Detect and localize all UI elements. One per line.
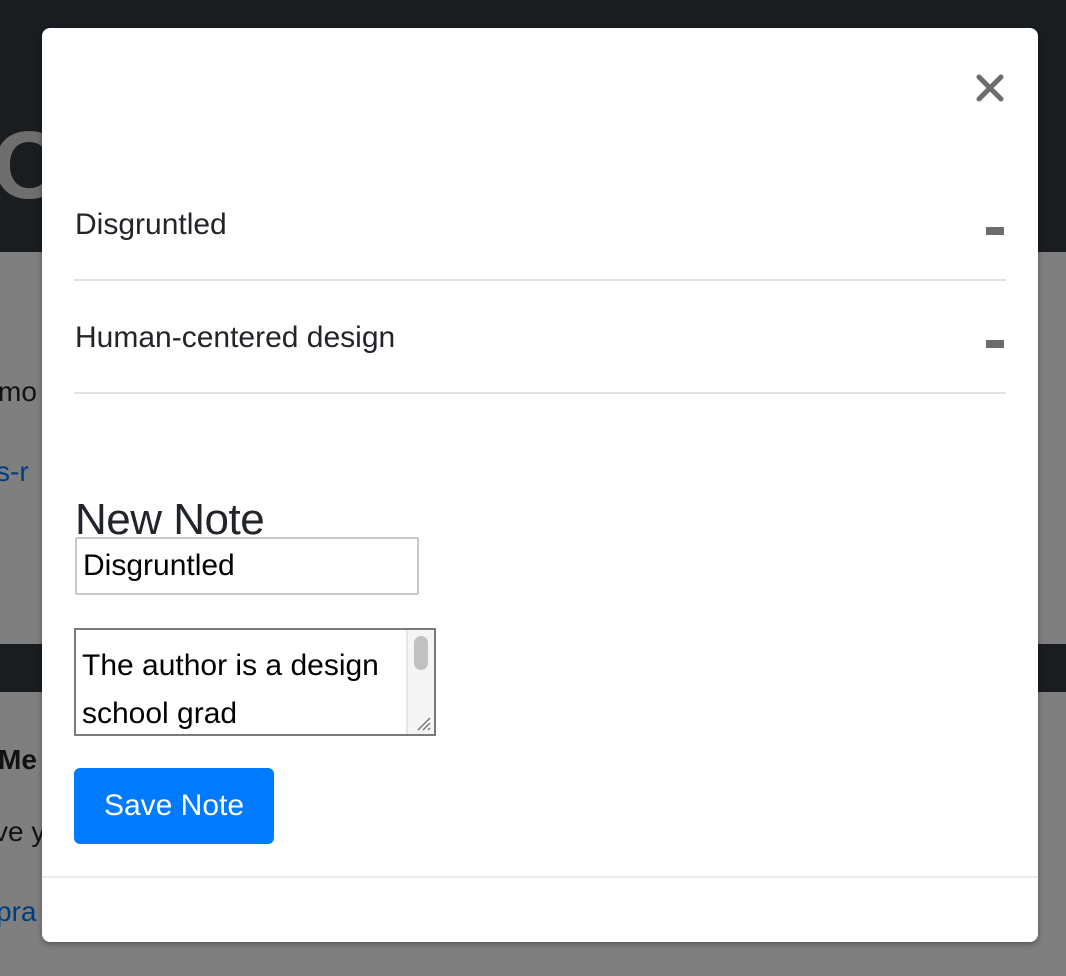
save-note-button[interactable]: Save Note xyxy=(74,768,274,844)
note-title-input[interactable] xyxy=(75,537,419,595)
note-body-text: The author is a design school grad xyxy=(82,649,379,730)
note-title: Disgruntled xyxy=(75,208,227,241)
scrollbar-thumb[interactable] xyxy=(414,636,428,670)
remove-note-button[interactable] xyxy=(986,335,1004,348)
note-list: Disgruntled Human-centered design xyxy=(74,168,1006,394)
new-note-heading: New Note xyxy=(75,495,265,544)
close-button[interactable] xyxy=(974,72,1006,104)
list-item[interactable]: Disgruntled xyxy=(74,168,1006,281)
remove-note-button[interactable] xyxy=(986,222,1004,235)
resize-handle-icon[interactable] xyxy=(412,712,432,732)
minus-icon xyxy=(986,227,1004,235)
modal-footer xyxy=(42,876,1038,942)
note-body-textarea[interactable]: The author is a design school grad xyxy=(74,628,436,736)
note-modal: Disgruntled Human-centered design New No… xyxy=(42,28,1038,942)
note-title: Human-centered design xyxy=(75,321,396,354)
minus-icon xyxy=(986,340,1004,348)
close-icon xyxy=(976,74,1004,102)
list-item[interactable]: Human-centered design xyxy=(74,281,1006,394)
page: O mo s-r Me ve y pra Disgruntled xyxy=(0,0,1066,976)
